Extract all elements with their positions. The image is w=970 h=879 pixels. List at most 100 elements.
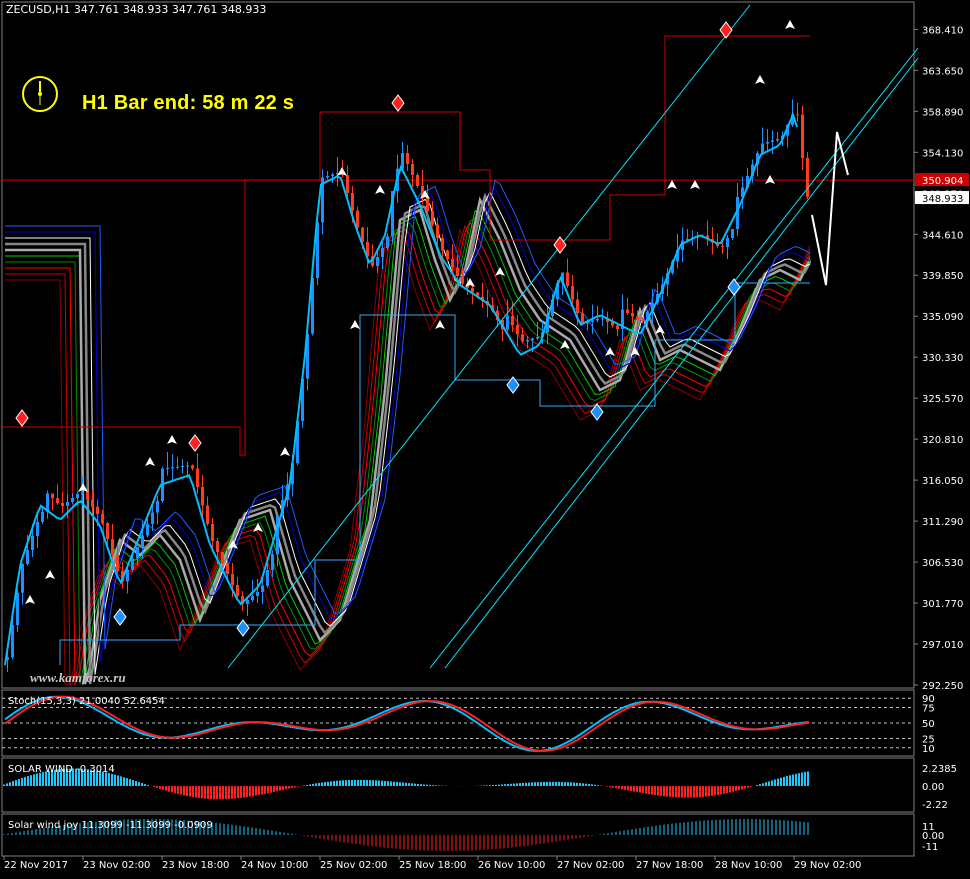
candle-body [416,175,419,186]
candle-body [796,114,799,116]
candle-body [36,522,39,536]
candle-body [61,503,64,506]
solar-level-label: 0.00 [922,782,944,793]
price-tick-label: 368.410 [922,25,963,36]
candle-body [96,506,99,514]
candle-body [326,176,329,178]
chart-canvas[interactable]: 9075502510 2.23850.00-2.22 110.00-11 368… [0,0,970,879]
fractal-up-marker [553,236,567,254]
price-tick-label: 354.130 [922,148,963,159]
signal-arrow-marker [495,267,505,276]
signal-arrow-marker [690,180,700,189]
bar-end-timer: H1 Bar end: 58 m 22 s [82,92,295,114]
price-tick-label: 311.290 [922,517,963,528]
signal-arrow-marker [785,20,795,29]
price-tick-label: 306.530 [922,558,963,569]
signal-arrow-marker [167,435,177,444]
price-tick-label: 325.570 [922,394,963,405]
candle-body [426,197,429,211]
candle-body [581,313,584,324]
candle-body [566,272,569,286]
candle-body [211,524,214,541]
candle-body [101,514,104,523]
current-price-label: 348.933 [922,194,963,205]
solar-level-label: -2.22 [922,800,948,811]
candle-body [446,250,449,259]
ma-band-line [5,209,811,680]
candle-body [521,334,524,342]
clock-icon [22,76,58,112]
fractal-down-marker [113,608,127,626]
signal-arrow-marker [280,447,290,456]
candle-body [91,499,94,507]
smoothed-trend-line [4,111,798,666]
candle-body [346,175,349,193]
signal-arrow-marker [145,457,155,466]
candle-body [431,211,434,225]
signal-arrow-marker [375,185,385,194]
candle-body [526,340,529,342]
candle-body [456,267,459,276]
candle-body [726,238,729,247]
signal-arrow-marker [655,325,665,334]
signal-arrow-marker [765,175,775,184]
candle-body [641,320,644,321]
signal-arrow-marker [560,340,570,349]
time-tick-label: 25 Nov 18:00 [399,860,466,871]
candle-body [801,114,804,158]
fractal-up-marker [391,94,405,112]
candle-body [21,564,24,593]
solar-level-label: 2.2385 [922,764,957,775]
signal-arrow-marker [25,595,35,604]
signal-arrow-marker [435,320,445,329]
candle-body [461,276,464,284]
candle-body [761,143,764,153]
candle-body [236,585,239,596]
candle-body [261,585,264,592]
candle-body [66,502,69,506]
candle-body [151,512,154,524]
candle-body [26,550,29,564]
candle-body [601,318,604,320]
candle-body [111,539,114,555]
price-tick-label: 320.810 [922,435,963,446]
candle-body [11,625,14,658]
signal-arrow-marker [45,570,55,579]
candle-body [256,592,259,596]
candle-body [86,492,89,500]
price-tick-label: 301.770 [922,599,963,610]
candle-body [411,164,414,175]
fractal-down-marker [236,619,250,637]
candle-body [196,468,199,487]
candle-body [271,554,274,570]
fractal-up-marker [15,409,29,427]
candle-body [441,238,444,251]
candle-body [176,466,179,468]
candle-body [616,325,619,329]
channel-lower-line [429,47,919,669]
candle-body [731,229,734,238]
candle-body [806,158,809,197]
price-tick-label: 316.050 [922,476,963,487]
fractal-up-marker [188,434,202,452]
price-tick-label: 330.330 [922,353,963,364]
candle-body [146,524,149,536]
candle-body [106,523,109,539]
candle-body [76,494,79,498]
candle-body [506,315,509,330]
candle-body [531,338,534,340]
time-tick-label: 29 Nov 02:00 [794,860,861,871]
candle-body [81,492,84,494]
candle-body [771,140,774,142]
price-tick-label: 339.850 [922,271,963,282]
solar-wind-label: SOLAR WIND -0.3014 [8,764,115,775]
time-tick-label: 24 Nov 10:00 [241,860,308,871]
candle-body [171,467,174,469]
candle-body [226,563,229,574]
candle-body [596,319,599,321]
window-title: ZECUSD,H1 347.761 348.933 347.761 348.93… [6,3,267,16]
price-tick-label: 363.650 [922,66,963,77]
candle-body [516,325,519,335]
candle-body [206,505,209,524]
price-tick-label: 335.090 [922,312,963,323]
